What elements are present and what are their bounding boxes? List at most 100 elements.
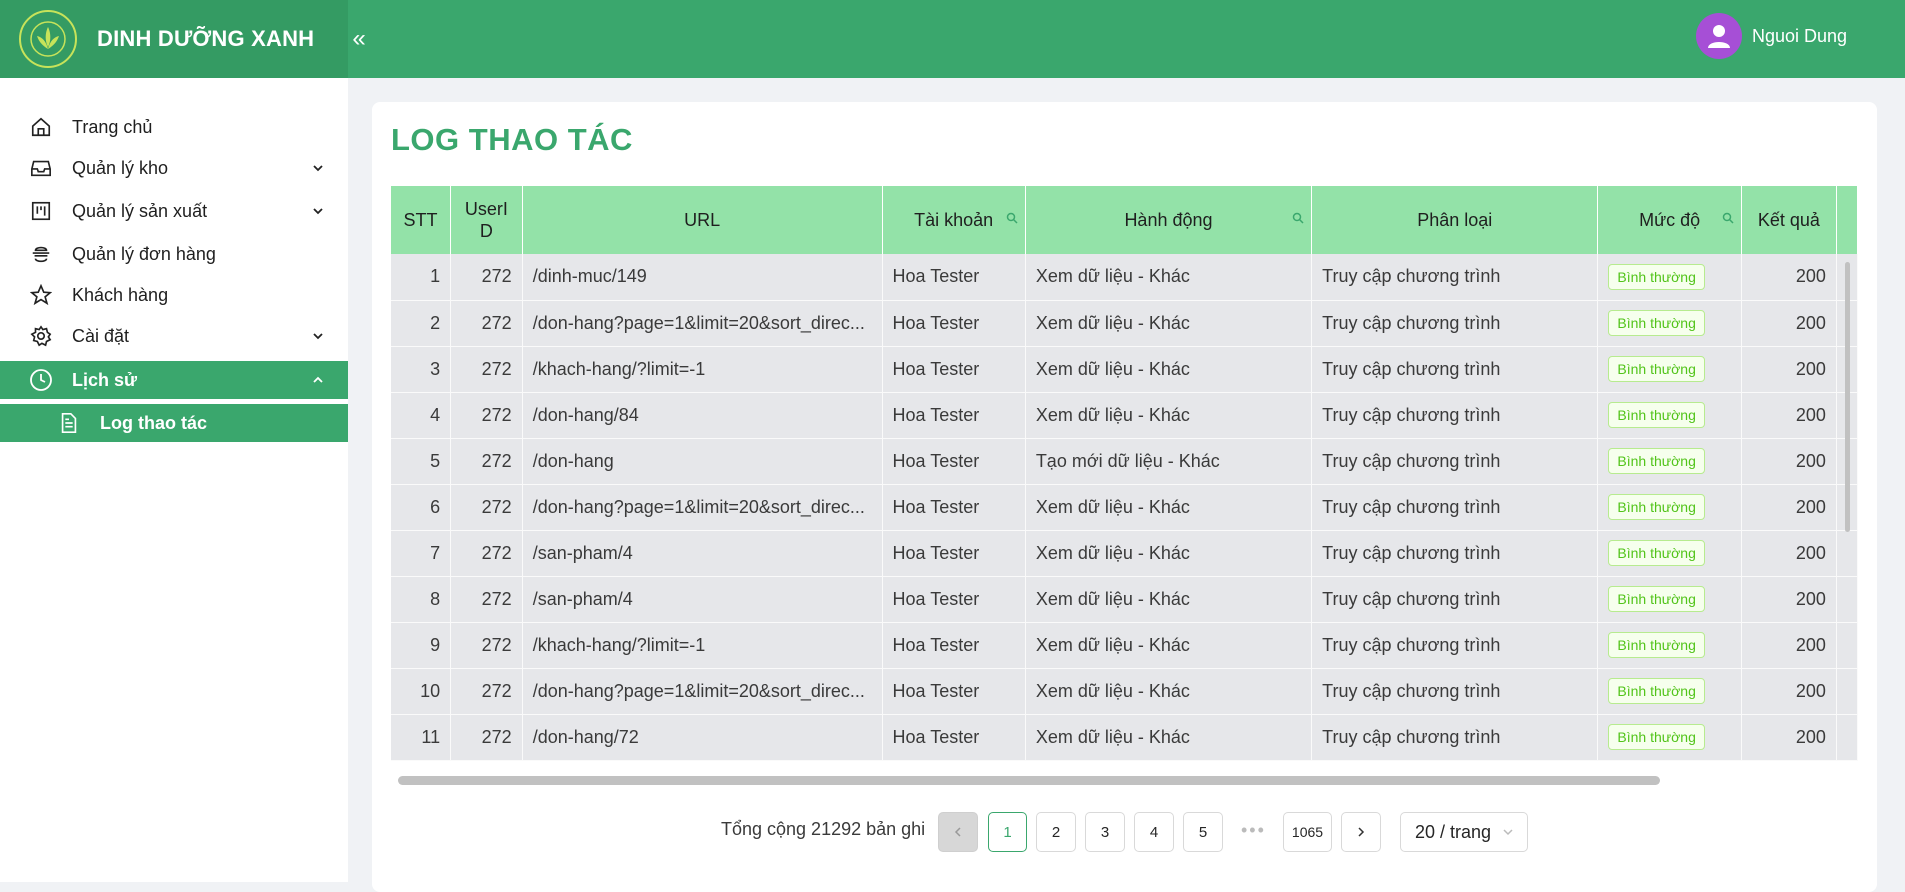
cell-account: Hoa Tester [882, 346, 1026, 393]
cell-extra [1836, 714, 1858, 761]
page-button-5[interactable]: 5 [1183, 812, 1223, 852]
next-page-button[interactable] [1341, 812, 1381, 852]
cell-userid: 272 [450, 392, 523, 439]
cell-action: Xem dữ liệu - Khác [1025, 714, 1313, 761]
cell-action: Xem dữ liệu - Khác [1025, 392, 1313, 439]
column-label: Phân loại [1417, 210, 1493, 230]
page-button-3[interactable]: 3 [1085, 812, 1125, 852]
cell-account: Hoa Tester [882, 392, 1026, 439]
avatar [1696, 13, 1742, 59]
home-icon [28, 114, 54, 140]
column-header-level: Mức độ [1597, 186, 1742, 254]
cell-url: /don-hang?page=1&limit=20&sort_direc... [522, 484, 883, 531]
cell-url: /san-pham/4 [522, 530, 883, 577]
log-table: STT UserID URL Tài khoản Hành động Phân … [391, 186, 1858, 792]
cell-type: Truy cập chương trình [1311, 346, 1599, 393]
page-button-4[interactable]: 4 [1134, 812, 1174, 852]
sidebar-item-log[interactable]: Log thao tác [0, 404, 348, 442]
cell-result: 200 [1741, 300, 1837, 347]
table-row[interactable]: 8 272/san-pham/4 Hoa Tester Xem dữ liệu - K… [391, 576, 1858, 623]
sidebar-item-label: Quản lý sản xuất [72, 200, 208, 221]
sidebar: Trang chủ Quản lý kho Quản lý sản xuất Q… [0, 78, 348, 882]
brand[interactable]: DINH DƯỠNG XANH [0, 0, 348, 78]
table-row[interactable]: 3 272/khach-hang/?limit=-1 Hoa Tester Xem d… [391, 346, 1858, 393]
table-row[interactable]: 5 272/don-hang Hoa Tester Tạo mới dữ liệu -… [391, 438, 1858, 485]
column-label: Mức độ [1639, 210, 1701, 230]
vertical-scrollbar[interactable] [1845, 262, 1850, 532]
prev-page-button[interactable] [938, 812, 978, 852]
gear-icon [28, 323, 54, 349]
cell-type: Truy cập chương trình [1311, 530, 1599, 577]
cell-url: /don-hang/84 [522, 392, 883, 439]
sidebar-item-warehouse[interactable]: Quản lý kho [0, 149, 348, 187]
cell-stt: 6 [391, 484, 452, 531]
column-header-result: Kết quả [1741, 186, 1837, 254]
cell-type: Truy cập chương trình [1311, 438, 1599, 485]
collapse-sidebar-icon[interactable]: « [348, 22, 370, 56]
project-icon [28, 198, 54, 224]
search-icon[interactable] [1291, 211, 1305, 225]
table-row[interactable]: 6 272/don-hang?page=1&limit=20&sort_direc… [391, 484, 1858, 531]
table-row[interactable]: 2 272/don-hang?page=1&limit=20&sort_direc… [391, 300, 1858, 347]
cell-result: 200 [1741, 714, 1837, 761]
table-row[interactable]: 10 272/don-hang?page=1&limit=20&sort_dire… [391, 668, 1858, 715]
column-label: URL [684, 210, 721, 230]
chevron-down-icon [1503, 829, 1513, 836]
cell-stt: 4 [391, 392, 452, 439]
search-icon[interactable] [1721, 211, 1735, 225]
horizontal-scrollbar[interactable] [398, 776, 1660, 785]
table-row[interactable]: 1 272/dinh-muc/149 Hoa Tester Xem dữ liệu -… [391, 254, 1858, 301]
chevron-left-icon [954, 827, 961, 837]
table-row[interactable]: 4 272/don-hang/84 Hoa Tester Xem dữ liệu - … [391, 392, 1858, 439]
cell-level: Bình thường [1597, 668, 1742, 715]
table-row[interactable]: 11 272/don-hang/72 Hoa Tester Xem dữ liệu -… [391, 714, 1858, 761]
sidebar-item-orders[interactable]: Quản lý đơn hàng [0, 235, 348, 273]
chevron-up-icon [308, 370, 328, 390]
sidebar-item-production[interactable]: Quản lý sản xuất [0, 192, 348, 230]
cell-result: 200 [1741, 254, 1837, 301]
table-row[interactable]: 7 272/san-pham/4 Hoa Tester Xem dữ liệu - K… [391, 530, 1858, 577]
search-icon[interactable] [1005, 211, 1019, 225]
cell-type: Truy cập chương trình [1311, 576, 1599, 623]
sidebar-item-settings[interactable]: Cài đặt [0, 317, 348, 355]
cell-account: Hoa Tester [882, 300, 1026, 347]
cell-account: Hoa Tester [882, 530, 1026, 577]
cell-userid: 272 [450, 484, 523, 531]
page-button-last[interactable]: 1065 [1283, 812, 1332, 852]
cell-action: Xem dữ liệu - Khác [1025, 622, 1313, 669]
cell-action: Xem dữ liệu - Khác [1025, 576, 1313, 623]
page-title: LOG THAO TÁC [391, 122, 633, 157]
cell-level: Bình thường [1597, 484, 1742, 531]
user-menu[interactable]: Nguoi Dung [1696, 13, 1847, 59]
column-header-action: Hành động [1025, 186, 1313, 254]
cell-userid: 272 [450, 346, 523, 393]
status-badge: Bình thường [1608, 263, 1705, 290]
status-badge: Bình thường [1608, 724, 1705, 750]
chevron-down-icon [308, 201, 328, 221]
cell-result: 200 [1741, 576, 1837, 623]
cell-userid: 272 [450, 622, 523, 669]
page-size-select[interactable]: 20 / trang [1400, 812, 1528, 852]
cell-stt: 2 [391, 300, 452, 347]
shipping-icon [28, 241, 54, 267]
cell-level: Bình thường [1597, 346, 1742, 393]
table-row[interactable]: 9 272/khach-hang/?limit=-1 Hoa Tester Xem d… [391, 622, 1858, 669]
cell-userid: 272 [450, 438, 523, 485]
cell-result: 200 [1741, 484, 1837, 531]
page-ellipsis[interactable]: ••• [1241, 820, 1266, 841]
cell-action: Xem dữ liệu - Khác [1025, 300, 1313, 347]
cell-url: /don-hang?page=1&limit=20&sort_direc... [522, 668, 883, 715]
chevron-down-icon [308, 158, 328, 178]
user-name: Nguoi Dung [1752, 25, 1848, 46]
status-badge: Bình thường [1608, 448, 1705, 474]
sidebar-item-customers[interactable]: Khách hàng [0, 276, 348, 314]
star-icon [28, 282, 54, 308]
cell-type: Truy cập chương trình [1311, 484, 1599, 531]
cell-result: 200 [1741, 346, 1837, 393]
page-button-2[interactable]: 2 [1036, 812, 1076, 852]
sidebar-item-home[interactable]: Trang chủ [0, 108, 348, 146]
column-header-type: Phân loại [1311, 186, 1599, 254]
page-button-1[interactable]: 1 [988, 812, 1027, 852]
sidebar-item-history[interactable]: Lịch sử [0, 361, 348, 399]
cell-account: Hoa Tester [882, 622, 1026, 669]
